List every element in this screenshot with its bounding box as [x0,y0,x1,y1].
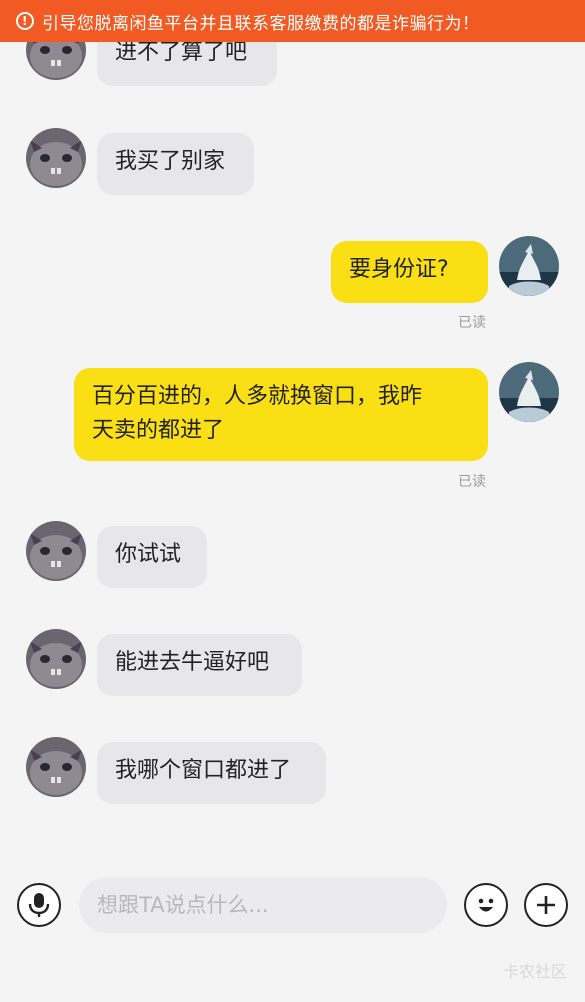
emoji-icon [478,898,494,912]
message-text: 能进去牛逼好吧 [115,650,270,675]
emoji-button[interactable] [464,883,508,927]
other-user-avatar[interactable] [26,629,86,689]
voice-button[interactable] [17,883,61,927]
message-bubble[interactable]: 我买了别家 [97,133,254,195]
message-text: 你试试 [115,542,182,567]
other-user-avatar[interactable] [26,737,86,797]
watermark: 卡农社区 [502,962,567,981]
message-text: 我哪个窗口都进了 [115,758,292,783]
message-text: 进不了算了吧 [115,40,248,65]
my-avatar[interactable] [499,236,559,296]
my-avatar[interactable] [499,362,559,422]
fraud-warning-banner: ! 引导您脱离闲鱼平台并且联系客服缴费的都是诈骗行为！ [0,0,585,42]
message-bubble[interactable]: 能进去牛逼好吧 [97,634,302,696]
message-bubble[interactable]: 百分百进的，人多就换窗口，我昨 天卖的都进了 [74,368,488,461]
plus-icon [537,896,555,914]
message-bubble[interactable]: 要身份证? [331,241,488,303]
more-button[interactable] [524,883,568,927]
message-text-line: 天卖的都进了 [92,418,225,443]
message-bubble[interactable]: 我哪个窗口都进了 [97,742,326,804]
other-user-avatar[interactable] [26,521,86,581]
message-text: 要身份证? [349,257,449,282]
message-bubble[interactable]: 你试试 [97,526,207,588]
banner-text: 引导您脱离闲鱼平台并且联系客服缴费的都是诈骗行为！ [42,13,480,34]
message-input[interactable] [79,877,447,933]
microphone-icon [28,893,50,917]
exclamation-circle-icon: ! [16,12,34,30]
message-text-line: 百分百进的，人多就换窗口，我昨 [92,384,423,409]
read-status: 已读 [458,474,486,490]
message-input-bar [0,865,585,950]
read-status: 已读 [458,315,486,331]
message-text: 我买了别家 [115,149,226,174]
other-user-avatar[interactable] [26,128,86,188]
chat-screen: ! 引导您脱离闲鱼平台并且联系客服缴费的都是诈骗行为！ 进不了算了吧 我买了别家… [0,0,585,1002]
